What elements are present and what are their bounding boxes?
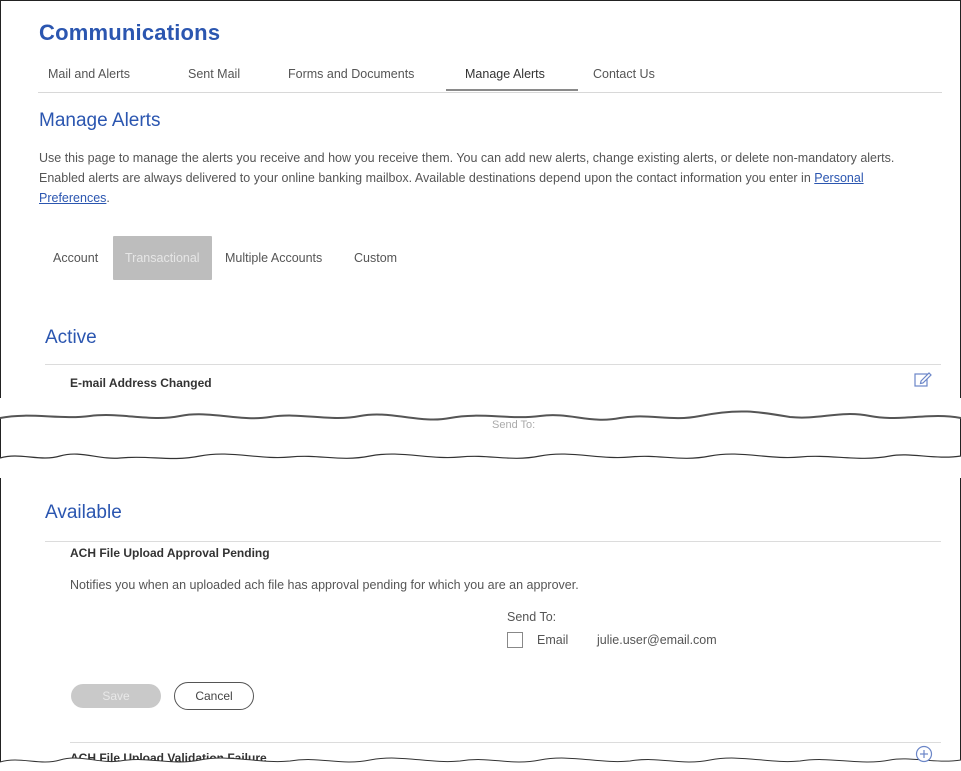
- bottom-torn-edge: [0, 757, 961, 771]
- available-heading: Available: [45, 502, 122, 523]
- plus-circle-icon[interactable]: [915, 745, 933, 763]
- available-alert-title: ACH File Upload Approval Pending: [70, 546, 270, 560]
- available-divider: [45, 541, 941, 542]
- description-end: .: [106, 191, 110, 205]
- save-button[interactable]: Save: [71, 684, 161, 708]
- available-alert-description: Notifies you when an uploaded ach file h…: [70, 578, 579, 592]
- tab-manage-alerts[interactable]: Manage Alerts: [465, 67, 545, 81]
- send-to-label: Send To:: [507, 610, 557, 624]
- active-heading: Active: [45, 327, 97, 348]
- active-divider: [45, 364, 941, 365]
- active-tab-indicator: [446, 89, 578, 91]
- page-title: Communications: [39, 20, 221, 45]
- email-address: julie.user@email.com: [597, 633, 717, 647]
- alert-category-tabs: Account Transactional Multiple Accounts …: [45, 236, 420, 280]
- active-alert-title: E-mail Address Changed: [70, 376, 212, 390]
- torn-edge-break: Send To:: [0, 398, 961, 478]
- subtab-multiple-accounts[interactable]: Multiple Accounts: [225, 236, 322, 280]
- edit-icon[interactable]: [914, 371, 932, 387]
- manage-alerts-description: Use this page to manage the alerts you r…: [39, 148, 929, 208]
- email-label: Email: [537, 633, 569, 647]
- cancel-button[interactable]: Cancel: [174, 682, 254, 710]
- active-send-to-label: Send To:: [492, 419, 535, 431]
- description-text: Use this page to manage the alerts you r…: [39, 151, 895, 185]
- alert-divider: [70, 742, 941, 743]
- manage-alerts-heading: Manage Alerts: [39, 110, 161, 131]
- subtab-custom[interactable]: Custom: [354, 236, 397, 280]
- email-checkbox[interactable]: [507, 632, 523, 648]
- tab-mail-and-alerts[interactable]: Mail and Alerts: [48, 67, 130, 81]
- main-tabs: Mail and Alerts Sent Mail Forms and Docu…: [38, 62, 942, 93]
- subtab-account[interactable]: Account: [53, 236, 98, 280]
- subtab-transactional[interactable]: Transactional: [113, 236, 212, 280]
- tab-forms-and-documents[interactable]: Forms and Documents: [288, 67, 414, 81]
- tab-contact-us[interactable]: Contact Us: [593, 67, 655, 81]
- tab-sent-mail[interactable]: Sent Mail: [188, 67, 240, 81]
